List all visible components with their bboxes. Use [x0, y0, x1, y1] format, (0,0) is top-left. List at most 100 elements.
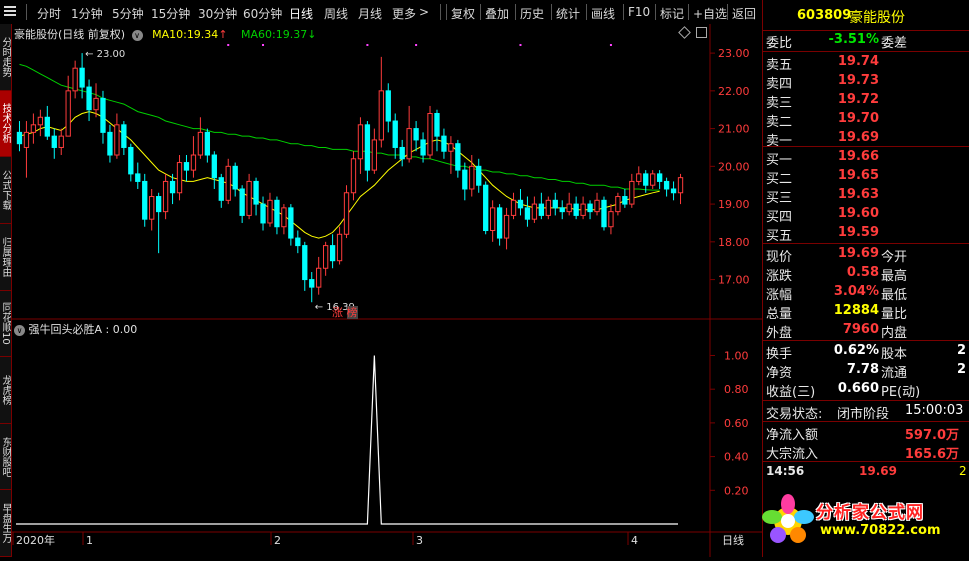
- candle-body: [274, 199, 280, 228]
- candle-body: [37, 116, 44, 126]
- stat-label2: 内盘: [881, 326, 908, 341]
- stat-label: 现价: [766, 250, 793, 265]
- signal-dot: [609, 44, 612, 46]
- candle-body: [128, 146, 134, 175]
- stat-label2: 最低: [881, 288, 908, 303]
- left-tab[interactable]: 归属理由: [0, 224, 11, 291]
- date-label: 2020年: [16, 533, 55, 547]
- toolbar-item[interactable]: 5分钟: [112, 5, 144, 22]
- candle-body: [643, 173, 649, 186]
- candle-body: [434, 112, 440, 137]
- bid-price: 19.60: [837, 206, 879, 221]
- candle-body: [16, 131, 23, 145]
- candle-body: [225, 165, 231, 201]
- trade-status-row: 交易状态: 闭市阶段 15:00:03: [763, 402, 969, 422]
- toolbar-action[interactable]: 复权: [451, 5, 475, 22]
- candle-body: [413, 128, 419, 141]
- signal-dot: [262, 44, 265, 46]
- stock-code: 603809: [797, 8, 852, 23]
- ask-price: 19.72: [837, 92, 879, 107]
- weibi-value: -3.51%: [828, 32, 880, 47]
- left-tab[interactable]: 公式下载: [0, 157, 11, 224]
- candle-body: [462, 169, 468, 190]
- toolbar-action[interactable]: +自选: [693, 5, 727, 22]
- bid-label: 买二: [766, 172, 793, 187]
- candle-body: [190, 154, 197, 171]
- candle-body: [72, 67, 78, 92]
- ask-price: 19.70: [837, 111, 879, 126]
- bid-price: 19.66: [837, 149, 879, 164]
- candle-body: [357, 124, 364, 160]
- candle-body: [517, 199, 524, 209]
- flow-label: 大宗流入: [766, 447, 819, 462]
- stat2-extra: 2: [957, 343, 967, 358]
- kline-chart-area[interactable]: 23.00 22.00 21.00 20.00 19.00 18.00 17.00 ← 23.…: [12, 24, 762, 557]
- candle-body: [295, 237, 301, 247]
- price-tick-label: 23.00: [718, 47, 750, 60]
- stat-row: 涨幅 3.04% 最低: [763, 283, 969, 303]
- candle-body: [573, 203, 579, 216]
- candle-body: [155, 196, 162, 213]
- toolbar-item[interactable]: 60分钟: [243, 5, 282, 22]
- toolbar-action[interactable]: 画线: [591, 5, 615, 22]
- stat-label: 涨幅: [766, 288, 793, 303]
- tick-time: 14:56: [766, 464, 805, 478]
- flow-value: 597.0万: [904, 428, 959, 443]
- left-tab[interactable]: 技术分析: [0, 90, 11, 158]
- toolbar-item[interactable]: 1分钟: [71, 5, 103, 22]
- stat-row: 外盘 7960 内盘: [763, 321, 969, 341]
- left-tab[interactable]: 分时走势: [0, 24, 11, 91]
- left-tab[interactable]: 龙虎榜: [0, 357, 11, 424]
- toolbar-action[interactable]: 返回: [732, 5, 756, 22]
- tick-row: 14:56 19.69 2: [763, 463, 969, 482]
- more-arrow-icon[interactable]: >: [419, 5, 429, 19]
- toolbar-action[interactable]: 叠加: [485, 5, 509, 22]
- candle-body: [23, 131, 30, 148]
- toolbar-item[interactable]: 15分钟: [151, 5, 190, 22]
- candle-body: [503, 214, 510, 239]
- high-marker: ← 23.00: [85, 49, 125, 60]
- candle-body: [169, 180, 176, 194]
- window-icon[interactable]: [696, 27, 707, 38]
- ma10-value: 19.34: [186, 28, 219, 41]
- chevron-down-icon[interactable]: ∨: [131, 30, 143, 41]
- candle-body: [30, 124, 37, 133]
- chevron-down-icon[interactable]: ∨: [14, 325, 25, 336]
- candle-body: [650, 173, 656, 186]
- flow-row: 净流入额 597.0万: [763, 423, 969, 443]
- left-tab[interactable]: 东财股吧: [0, 424, 11, 491]
- menu-icon[interactable]: [4, 6, 16, 17]
- indicator-title: 强牛回头必胜A : 0.00: [28, 323, 138, 336]
- toolbar-item[interactable]: 月线: [358, 5, 382, 22]
- toolbar-item[interactable]: 日线: [289, 5, 313, 22]
- toolbar-item[interactable]: 更多: [392, 5, 416, 22]
- left-tab[interactable]: 同花顺10: [0, 291, 11, 358]
- candle-body: [329, 245, 336, 262]
- candle-body: [531, 203, 538, 220]
- flow-label: 净流入额: [766, 428, 819, 443]
- candle-body: [587, 203, 593, 213]
- toolbar-item[interactable]: 30分钟: [198, 5, 237, 22]
- toolbar-item[interactable]: 分时: [37, 5, 61, 22]
- candle-body: [350, 158, 357, 194]
- left-tab[interactable]: 早盘生万: [0, 490, 11, 557]
- candle-body: [441, 135, 447, 152]
- signal-dot: [227, 44, 230, 46]
- toolbar-action[interactable]: 统计: [556, 5, 580, 22]
- ask-label: 卖二: [766, 115, 793, 130]
- trade-status-label: 交易状态:: [766, 407, 823, 422]
- price-tick-label: 18.00: [718, 236, 750, 249]
- candle-body: [260, 203, 266, 224]
- toolbar-action[interactable]: 标记: [660, 5, 684, 22]
- candle-body: [107, 131, 113, 156]
- toolbar-action[interactable]: F10: [628, 5, 650, 19]
- candle-body: [302, 245, 308, 281]
- price-tick-label: 19.00: [718, 198, 750, 211]
- candle-body: [86, 86, 92, 111]
- bid-row: 买三 19.63: [763, 186, 969, 206]
- toolbar-action[interactable]: 历史: [520, 5, 544, 22]
- candle-body: [622, 196, 628, 205]
- kline-chart-svg[interactable]: 23.0022.0021.0020.0019.0018.0017.00← 23.…: [12, 24, 762, 557]
- toolbar-item[interactable]: 周线: [324, 5, 348, 22]
- candle-body: [239, 188, 245, 216]
